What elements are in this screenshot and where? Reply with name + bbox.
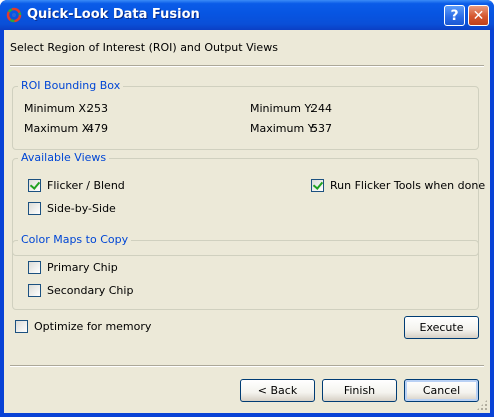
optimize-memory-checkbox[interactable]: Optimize for memory [15,320,151,333]
window-title: Quick-Look Data Fusion [27,7,200,22]
primary-chip-checkbox[interactable]: Primary Chip [28,261,118,274]
roi-group-title: ROI Bounding Box [18,79,124,92]
help-button[interactable]: ? [444,5,465,26]
checkbox-box[interactable] [28,179,41,192]
close-button[interactable]: ✕ [468,5,489,26]
color-maps-group: Color Maps to Copy Primary Chip Secondar… [12,233,479,310]
flicker-blend-checkbox[interactable]: Flicker / Blend [28,179,125,192]
run-flicker-tools-label: Run Flicker Tools when done [330,179,486,192]
close-icon: ✕ [472,7,485,24]
run-flicker-tools-checkbox[interactable]: Run Flicker Tools when done [311,179,485,192]
flicker-blend-label: Flicker / Blend [47,179,125,192]
secondary-chip-checkbox[interactable]: Secondary Chip [28,284,133,297]
title-bar[interactable]: Quick-Look Data Fusion ? ✕ [0,0,494,30]
secondary-chip-label: Secondary Chip [47,284,134,297]
header-separator [10,65,484,67]
min-y-value: 244 [311,102,332,115]
side-by-side-checkbox[interactable]: Side-by-Side [28,202,116,215]
footer-separator [10,365,484,367]
roi-group: ROI Bounding Box Minimum X: 253 Maximum … [12,79,479,150]
app-icon [6,7,22,23]
max-y-value: 537 [311,122,332,135]
primary-chip-label: Primary Chip [47,261,118,274]
color-maps-group-title: Color Maps to Copy [18,233,132,246]
dialog-client-area: Select Region of Interest (ROI) and Outp… [4,30,490,413]
instructions-text: Select Region of Interest (ROI) and Outp… [10,41,278,54]
checkbox-box[interactable] [28,202,41,215]
max-x-value: 479 [87,122,108,135]
min-x-label: Minimum X: [24,102,90,115]
side-by-side-label: Side-by-Side [47,202,116,215]
views-group-title: Available Views [18,151,110,164]
cancel-button[interactable]: Cancel [404,379,479,402]
check-icon [29,179,41,190]
checkbox-box[interactable] [311,179,324,192]
optimize-memory-label: Optimize for memory [34,320,152,333]
finish-button[interactable]: Finish [322,379,397,402]
max-y-label: Maximum Y: [250,122,317,135]
dialog-window: Quick-Look Data Fusion ? ✕ Select Region… [0,0,494,417]
check-icon [312,179,324,190]
min-x-value: 253 [87,102,108,115]
checkbox-box[interactable] [15,320,28,333]
checkbox-box[interactable] [28,284,41,297]
checkbox-box[interactable] [28,261,41,274]
help-icon: ? [450,7,459,24]
min-y-label: Minimum Y: [250,102,314,115]
back-button[interactable]: < Back [240,379,315,402]
execute-button[interactable]: Execute [404,316,479,339]
max-x-label: Maximum X: [24,122,93,135]
